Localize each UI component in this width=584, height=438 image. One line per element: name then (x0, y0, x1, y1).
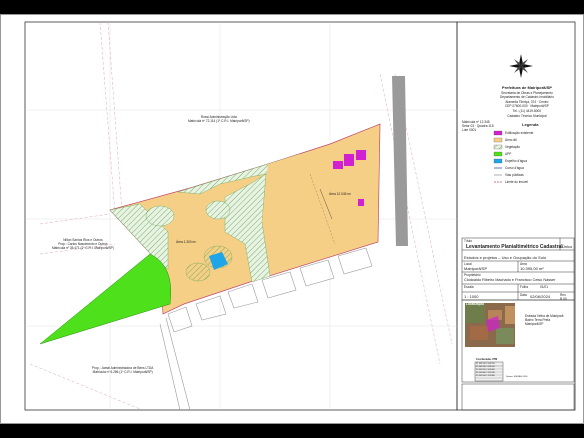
legend-label: Espelho d'água (505, 159, 527, 163)
owner-label: Proprietário (464, 273, 481, 277)
sheet-value: 01/01 (540, 285, 548, 289)
legend-label: Vias públicas (505, 173, 524, 177)
location-label: Localização (466, 302, 485, 306)
location-map-image (465, 303, 515, 347)
vegetation-patch (145, 205, 175, 227)
legend-label: Vegetação (505, 145, 521, 149)
location-caption-line: Mairiporã/SP (525, 322, 544, 326)
owner-value: Clodoaldo Ribeiro Machado e Francisco Ce… (464, 278, 556, 282)
building (333, 161, 343, 169)
header-small-block: Matrícula nº 12.345 Setor 03 · Quadra 11… (462, 120, 493, 132)
map-drawing (0, 14, 584, 424)
vegetation-patch (185, 262, 211, 282)
legend-label: APP (505, 152, 512, 156)
area-value: 10.395,00 m² (520, 266, 544, 271)
legend-labels: Edificação existente Área útil Vegetação… (505, 130, 533, 186)
north-neighbor-label: Rossi Administração Ltda Matrícula nº 72… (188, 115, 250, 123)
area-label: Área 12.045 m² (329, 192, 351, 196)
west-neighbor-line: Matrícula nº 35.471 (1º C.R.I. Mairiporã… (52, 246, 114, 251)
local-value: Mairiporã/SP (464, 266, 488, 271)
info-panel-frame (456, 21, 576, 411)
legend-swatches (493, 130, 503, 183)
unit-label: Único (562, 244, 573, 249)
drawing-sheet: Prefeitura de Mairiporã/SP Secretaria de… (0, 14, 584, 424)
header-line: Prefeitura de Mairiporã/SP (501, 85, 552, 90)
south-neighbor-label: Prop.: Jamal Administradora de Bens LTDA… (92, 366, 153, 374)
vegetation-patch (205, 200, 231, 220)
revision-value: R.00 (560, 297, 567, 301)
location-caption: Estrada Velha de Mairiporã Bairro Terra … (525, 314, 563, 326)
scale-label: Escala (464, 285, 474, 289)
coord-table-note: Datum: SIRGAS 2000 (506, 376, 528, 378)
app-area (39, 253, 172, 345)
legend-label: Área útil (505, 138, 517, 142)
south-neighbor-line: Matrícula nº 6.286 (1º C.R.I. Mairiporã/… (92, 370, 153, 375)
building (344, 154, 354, 166)
area-label: Área 1.300 m² (176, 240, 197, 244)
date-value: 02/06/2024 (530, 294, 551, 299)
north-neighbor-line: Matrícula nº 72.114 (1º C.R.I. Mairiporã… (188, 119, 250, 124)
header-small-line: Lote 0001 (462, 128, 477, 132)
scale-value: 1 : 1000 (464, 294, 479, 299)
sheet-label: Folha (520, 285, 528, 289)
coord-table-rows: P1 343.120 7.416.210 P2 343.310 7.416.24… (476, 363, 495, 378)
building (356, 150, 366, 160)
west-neighbor-label: Nilton Santos Rios e Outros Prop.: Carlo… (52, 238, 114, 251)
main-title: Levantamento Planialtimétrico Cadastral (466, 244, 563, 250)
compass-rose-icon (509, 54, 533, 78)
legend-title: Legenda (522, 122, 539, 127)
road-asphalt (392, 76, 408, 246)
building (358, 199, 364, 206)
legend-label: Edificação existente (505, 131, 534, 135)
legend-label: Curso d'água (505, 166, 524, 170)
header-block: Prefeitura de Mairiporã/SP Secretaria de… (500, 85, 554, 118)
coord-row: P5 342.960 7.415.880 (476, 375, 495, 377)
subtitle: Estudos e projetos – Uso e Ocupação do S… (464, 255, 547, 260)
title-block-label: Título (464, 239, 472, 243)
coord-table-title: Coordenadas UTM (476, 358, 498, 361)
legend-label: Limite do imóvel (505, 180, 529, 184)
date-label: Data (520, 293, 527, 297)
header-line: Cadastro Técnico Municipal (507, 113, 547, 118)
